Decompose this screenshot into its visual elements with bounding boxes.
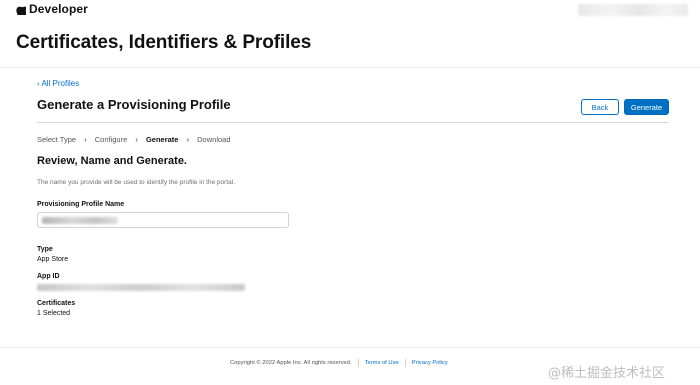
type-value: App Store	[37, 256, 69, 263]
profile-name-label: Provisioning Profile Name	[37, 201, 125, 208]
redacted-value	[42, 217, 118, 224]
redacted-app-id	[37, 284, 245, 291]
step-configure: Configure	[94, 135, 128, 144]
step-generate: Generate	[145, 135, 179, 144]
all-profiles-link[interactable]: ‹ All Profiles	[37, 79, 79, 88]
generate-button[interactable]: Generate	[624, 99, 669, 115]
step-download: Download	[197, 135, 231, 144]
chevron-right-icon: ›	[84, 135, 87, 144]
certificates-label: Certificates	[37, 300, 76, 307]
back-button[interactable]: Back	[581, 99, 619, 115]
divider	[404, 359, 406, 367]
profile-name-input[interactable]	[37, 212, 289, 228]
type-label: Type	[37, 246, 53, 253]
hint-text: The name you provide will be used to ide…	[37, 179, 236, 186]
page-title: Certificates, Identifiers & Profiles	[16, 32, 312, 53]
copyright-text: Copyright © 2022 Apple Inc. All rights r…	[230, 360, 352, 366]
chevron-right-icon: ›	[135, 135, 138, 144]
certificates-value: 1 Selected	[37, 310, 71, 317]
brand-label: Developer	[29, 2, 88, 16]
developer-home-link[interactable]: Developer	[16, 2, 88, 16]
watermark: @稀土掘金技术社区	[548, 366, 666, 381]
step-breadcrumb: Select Type › Configure › Generate › Dow…	[37, 135, 231, 144]
terms-of-use-link[interactable]: Terms of Use	[365, 360, 399, 366]
chevron-right-icon: ›	[186, 135, 190, 144]
step-select-type: Select Type	[37, 135, 77, 144]
apple-logo-icon	[16, 6, 26, 15]
section-title: Generate a Provisioning Profile	[37, 97, 231, 112]
divider	[0, 347, 700, 348]
app-id-label: App ID	[37, 273, 60, 280]
divider	[357, 359, 359, 367]
divider	[0, 67, 700, 68]
account-menu[interactable]	[578, 4, 688, 16]
top-nav-bar: Developer	[0, 0, 700, 18]
footer: Copyright © 2022 Apple Inc. All rights r…	[230, 359, 448, 367]
privacy-policy-link[interactable]: Privacy Policy	[412, 360, 448, 366]
review-title: Review, Name and Generate.	[37, 155, 187, 167]
divider	[37, 122, 669, 123]
